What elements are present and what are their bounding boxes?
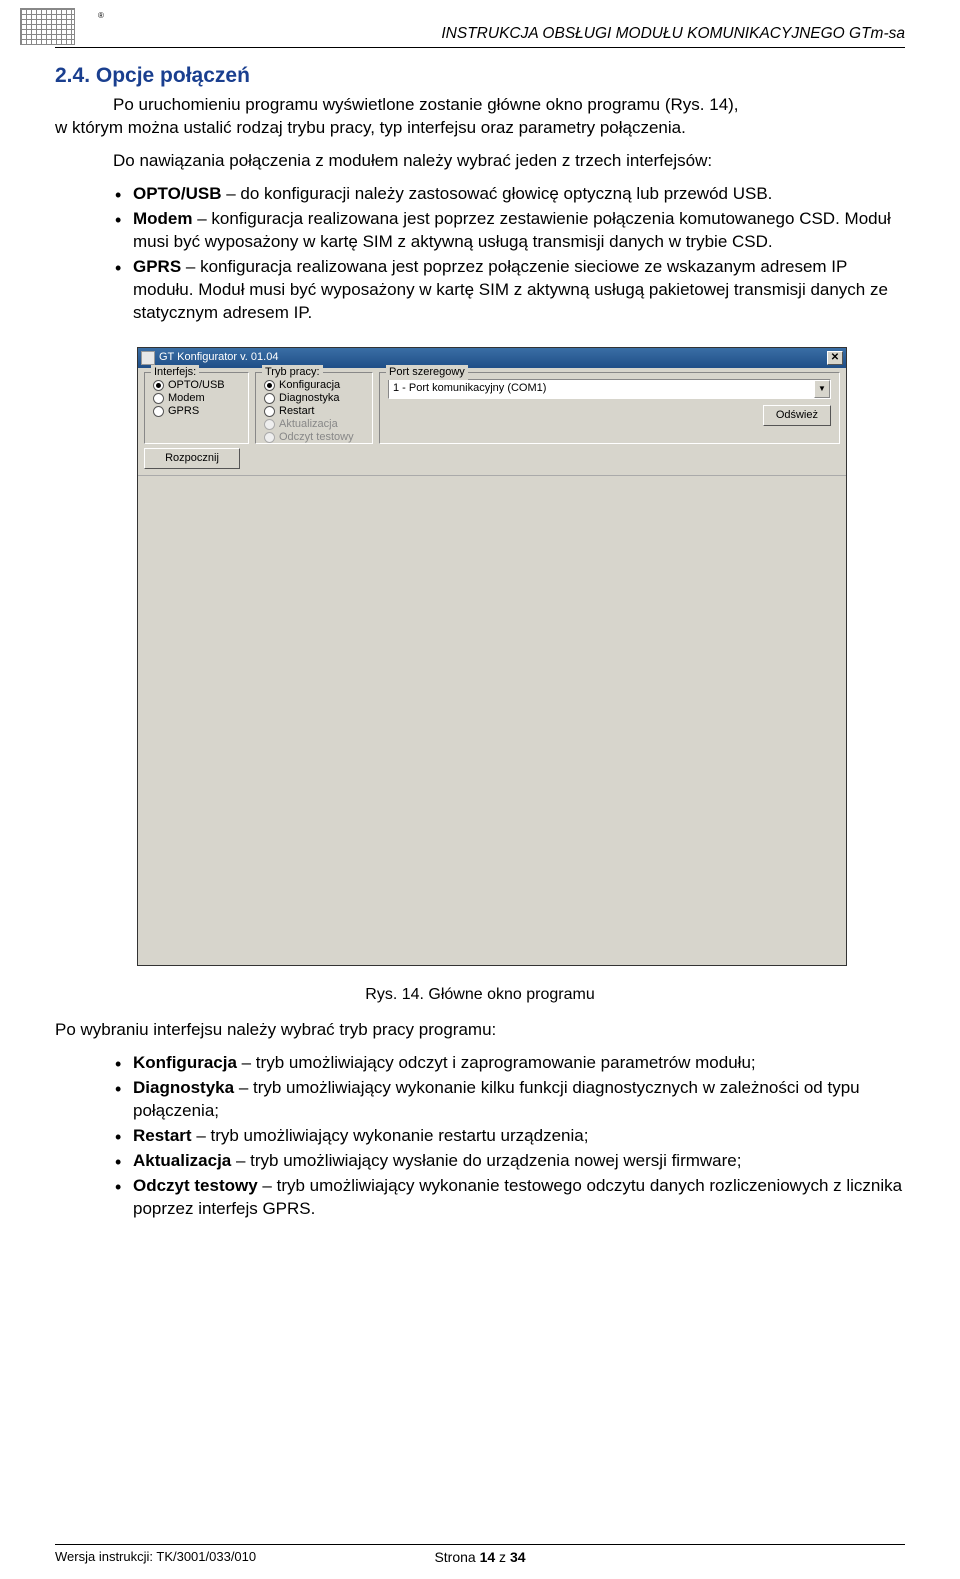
bullet-list: OPTO/USB – do konfiguracji należy zastos… xyxy=(55,183,905,325)
group-legend: Interfejs: xyxy=(151,365,199,380)
radio-gprs[interactable]: GPRS xyxy=(153,405,240,418)
list-item-term: GPRS xyxy=(133,257,181,276)
list-item-term: Diagnostyka xyxy=(133,1078,234,1097)
radio-label: GPRS xyxy=(168,404,199,419)
radio-diagnostyka[interactable]: Diagnostyka xyxy=(264,392,364,405)
bullet-list: Konfiguracja – tryb umożliwiający odczyt… xyxy=(55,1052,905,1221)
list-item-text: – konfiguracja realizowana jest poprzez … xyxy=(133,257,888,322)
list-item-text: – tryb umożliwiający wykonanie restartu … xyxy=(192,1126,589,1145)
paragraph: Po wybraniu interfejsu należy wybrać try… xyxy=(55,1019,905,1042)
start-button[interactable]: Rozpocznij xyxy=(144,448,240,469)
client-area xyxy=(138,475,846,965)
list-item-term: Restart xyxy=(133,1126,192,1145)
group-legend: Port szeregowy xyxy=(386,365,468,380)
combo-value: 1 - Port komunikacyjny (COM1) xyxy=(393,381,546,396)
action-row: Rozpocznij xyxy=(138,446,846,475)
radio-restart[interactable]: Restart xyxy=(264,405,364,418)
footer-page-of: z xyxy=(495,1549,510,1565)
footer-version: Wersja instrukcji: TK/3001/033/010 xyxy=(55,1548,256,1566)
list-item-text: – konfiguracja realizowana jest poprzez … xyxy=(133,209,891,251)
refresh-button[interactable]: Odśwież xyxy=(763,405,831,426)
footer-page-total: 34 xyxy=(510,1549,526,1565)
list-item: Modem – konfiguracja realizowana jest po… xyxy=(115,208,905,254)
radio-icon xyxy=(153,380,164,391)
group-legend: Tryb pracy: xyxy=(262,365,323,380)
list-item-text: – tryb umożliwiający odczyt i zaprogramo… xyxy=(237,1053,756,1072)
radio-konfiguracja[interactable]: Konfiguracja xyxy=(264,379,364,392)
figure-caption: Rys. 14. Główne okno programu xyxy=(55,984,905,1006)
window-title: GT Konfigurator v. 01.04 xyxy=(159,350,827,365)
close-icon[interactable]: ✕ xyxy=(827,351,843,365)
list-item: Restart – tryb umożliwiający wykonanie r… xyxy=(115,1125,905,1148)
section-title: 2.4. Opcje połączeń xyxy=(55,62,905,90)
list-item-term: Odczyt testowy xyxy=(133,1176,258,1195)
titlebar: GT Konfigurator v. 01.04 ✕ xyxy=(138,348,846,368)
list-item-text: – tryb umożliwiający wysłanie do urządze… xyxy=(231,1151,741,1170)
registered-mark: ® xyxy=(98,11,104,22)
page-footer: Wersja instrukcji: TK/3001/033/010 Stron… xyxy=(55,1544,905,1567)
radio-icon xyxy=(264,380,275,391)
list-item: OPTO/USB – do konfiguracji należy zastos… xyxy=(115,183,905,206)
document-header: INSTRUKCJA OBSŁUGI MODUŁU KOMUNIKACYJNEG… xyxy=(55,24,905,48)
options-row: Interfejs: OPTO/USB Modem GPRS Tryb prac… xyxy=(138,368,846,446)
list-item-term: Modem xyxy=(133,209,193,228)
app-icon xyxy=(141,351,155,365)
list-item-text: – tryb umożliwiający wykonanie kilku fun… xyxy=(133,1078,860,1120)
list-item: GPRS – konfiguracja realizowana jest pop… xyxy=(115,256,905,325)
group-interfejs: Interfejs: OPTO/USB Modem GPRS xyxy=(144,372,249,444)
radio-icon xyxy=(264,393,275,404)
radio-opto-usb[interactable]: OPTO/USB xyxy=(153,379,240,392)
port-combo[interactable]: 1 - Port komunikacyjny (COM1) ▼ xyxy=(388,379,831,399)
radio-icon xyxy=(153,393,164,404)
radio-modem[interactable]: Modem xyxy=(153,392,240,405)
paragraph: Do nawiązania połączenia z modułem należ… xyxy=(55,150,905,173)
radio-icon xyxy=(264,432,275,443)
list-item: Diagnostyka – tryb umożliwiający wykonan… xyxy=(115,1077,905,1123)
list-item-term: OPTO/USB xyxy=(133,184,221,203)
footer-page-label: Strona xyxy=(434,1549,479,1565)
list-item: Odczyt testowy – tryb umożliwiający wyko… xyxy=(115,1175,905,1221)
group-port-szeregowy: Port szeregowy 1 - Port komunikacyjny (C… xyxy=(379,372,840,444)
list-item-term: Aktualizacja xyxy=(133,1151,231,1170)
paragraph-line: Po uruchomieniu programu wyświetlone zos… xyxy=(55,94,905,117)
radio-odczyt-testowy[interactable]: Odczyt testowy xyxy=(264,431,364,444)
footer-page-current: 14 xyxy=(480,1549,496,1565)
list-item: Konfiguracja – tryb umożliwiający odczyt… xyxy=(115,1052,905,1075)
group-tryb-pracy: Tryb pracy: Konfiguracja Diagnostyka Res… xyxy=(255,372,373,444)
logo-icon xyxy=(20,8,75,45)
paragraph-line: w którym można ustalić rodzaj trybu prac… xyxy=(55,117,905,140)
radio-icon xyxy=(153,406,164,417)
list-item: Aktualizacja – tryb umożliwiający wysłan… xyxy=(115,1150,905,1173)
radio-icon xyxy=(264,419,275,430)
chevron-down-icon: ▼ xyxy=(814,380,830,398)
list-item-term: Konfiguracja xyxy=(133,1053,237,1072)
radio-label: Odczyt testowy xyxy=(279,430,354,445)
app-window: GT Konfigurator v. 01.04 ✕ Interfejs: OP… xyxy=(137,347,847,966)
list-item-text: – do konfiguracji należy zastosować głow… xyxy=(221,184,772,203)
radio-icon xyxy=(264,406,275,417)
radio-aktualizacja[interactable]: Aktualizacja xyxy=(264,418,364,431)
logo: ® xyxy=(20,8,82,45)
